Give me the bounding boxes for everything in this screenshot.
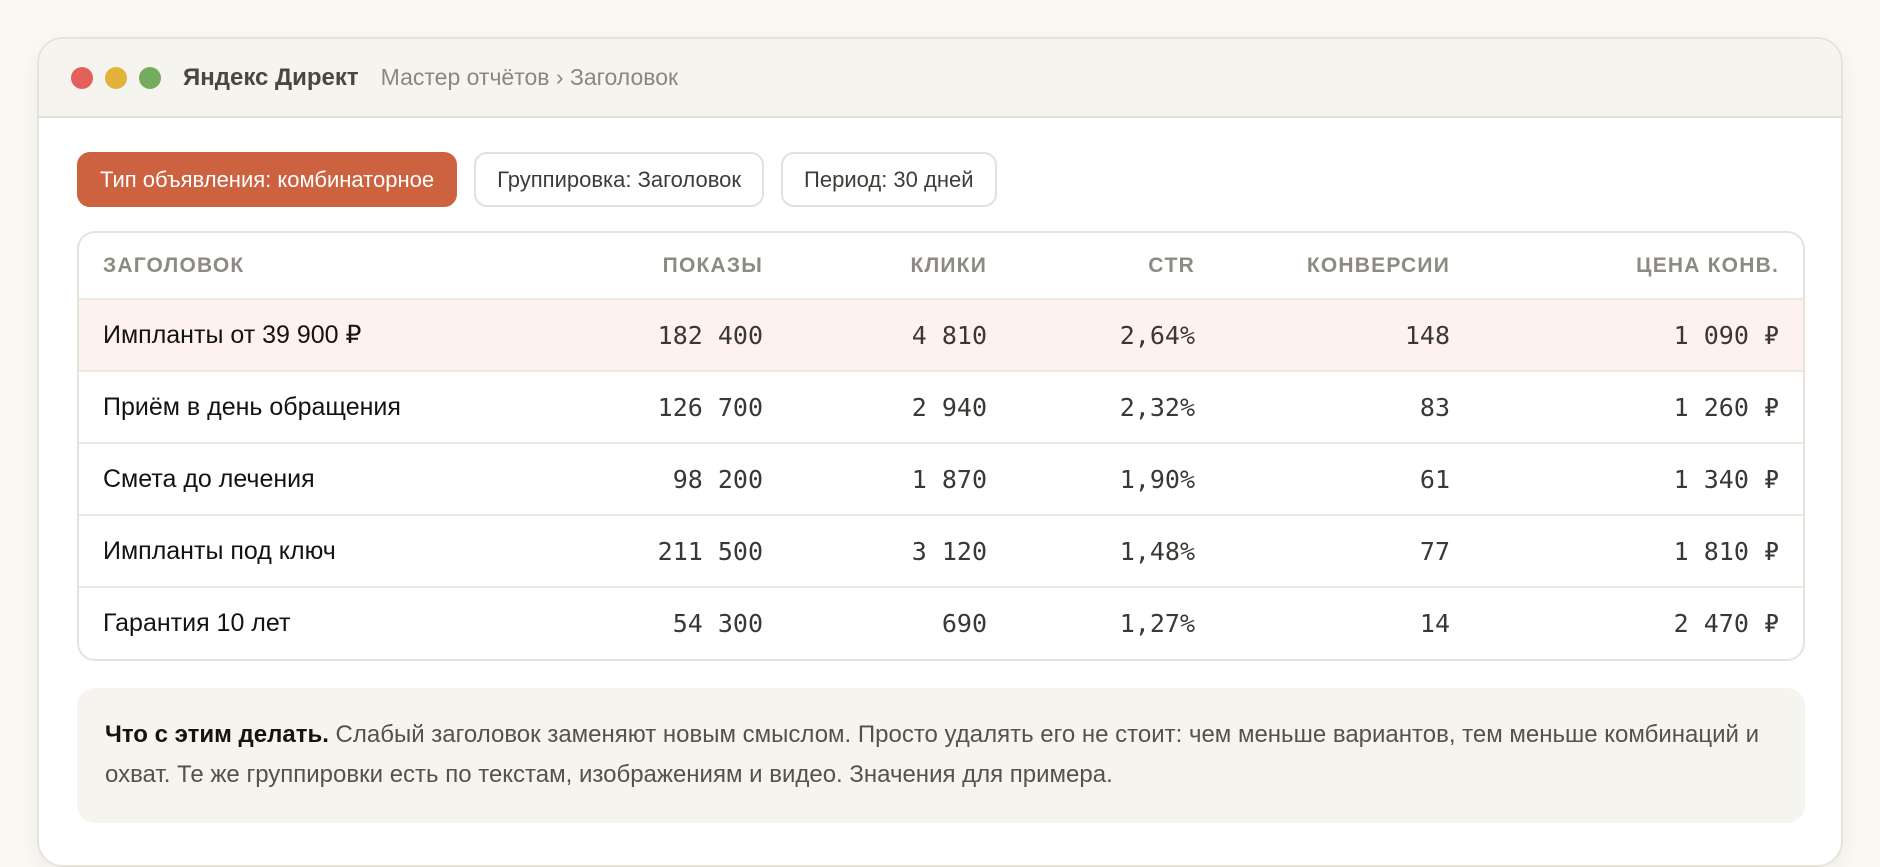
cell-ctr: 1,90% — [1011, 442, 1219, 515]
cell-impressions: 54 300 — [573, 586, 787, 659]
column-header-cpa[interactable]: ЦЕНА КОНВ. — [1474, 233, 1803, 299]
table-row[interactable]: Приём в день обращения 126 700 2 940 2,3… — [79, 370, 1803, 443]
filter-chip-grouping[interactable]: Группировка: Заголовок — [474, 152, 765, 207]
table-row[interactable]: Импланты под ключ 211 500 3 120 1,48% 77… — [79, 514, 1803, 587]
cell-ctr: 2,64% — [1011, 298, 1219, 371]
cell-impressions: 98 200 — [573, 442, 787, 515]
filter-chip-period[interactable]: Период: 30 дней — [781, 152, 997, 207]
app-title: Яндекс Директ — [183, 63, 359, 91]
minimize-window-button[interactable] — [105, 66, 127, 89]
cell-clicks: 690 — [787, 586, 1011, 659]
cell-ctr: 1,48% — [1011, 514, 1219, 587]
column-header-clicks[interactable]: КЛИКИ — [787, 233, 1011, 299]
column-header-ctr[interactable]: CTR — [1011, 233, 1219, 299]
cell-ctr: 2,32% — [1011, 370, 1219, 443]
filter-chip-ad-type[interactable]: Тип объявления: комбинаторное — [77, 152, 458, 207]
cell-clicks: 4 810 — [787, 298, 1011, 371]
cell-cpa: 1 090 ₽ — [1474, 298, 1803, 371]
cell-title: Смета до лечения — [79, 442, 573, 515]
cell-clicks: 1 870 — [787, 442, 1011, 515]
cell-title: Приём в день обращения — [79, 370, 573, 443]
table-header-row: ЗАГОЛОВОК ПОКАЗЫ КЛИКИ CTR КОНВЕРСИИ ЦЕН… — [79, 233, 1803, 299]
hint-note-heading: Что с этим делать. — [105, 721, 329, 748]
column-header-title[interactable]: ЗАГОЛОВОК — [79, 233, 573, 299]
cell-title: Импланты от 39 900 ₽ — [79, 298, 573, 371]
filter-bar: Тип объявления: комбинаторное Группировк… — [77, 152, 1803, 207]
cell-conversions: 77 — [1219, 514, 1474, 587]
cell-cpa: 1 260 ₽ — [1474, 370, 1803, 443]
report-table: ЗАГОЛОВОК ПОКАЗЫ КЛИКИ CTR КОНВЕРСИИ ЦЕН… — [77, 231, 1805, 661]
column-header-conversions[interactable]: КОНВЕРСИИ — [1219, 233, 1474, 299]
report-window: Яндекс Директ Мастер отчётов › Заголовок… — [37, 37, 1843, 867]
cell-conversions: 14 — [1219, 586, 1474, 659]
hint-note: Что с этим делать. Слабый заголовок заме… — [77, 688, 1805, 823]
cell-title: Гарантия 10 лет — [79, 586, 573, 659]
title-bar: Яндекс Директ Мастер отчётов › Заголовок — [39, 39, 1841, 118]
table-row[interactable]: Импланты от 39 900 ₽ 182 400 4 810 2,64%… — [79, 298, 1803, 371]
close-window-button[interactable] — [71, 66, 93, 89]
cell-clicks: 3 120 — [787, 514, 1011, 587]
hint-note-text: Слабый заголовок заменяют новым смыслом.… — [105, 721, 1760, 788]
column-header-impressions[interactable]: ПОКАЗЫ — [573, 233, 787, 299]
cell-impressions: 211 500 — [573, 514, 787, 587]
cell-impressions: 182 400 — [573, 298, 787, 371]
cell-ctr: 1,27% — [1011, 586, 1219, 659]
cell-conversions: 83 — [1219, 370, 1474, 443]
table-row[interactable]: Гарантия 10 лет 54 300 690 1,27% 14 2 47… — [79, 586, 1803, 659]
cell-conversions: 61 — [1219, 442, 1474, 515]
report-content: Тип объявления: комбинаторное Группировк… — [39, 118, 1841, 823]
cell-cpa: 1 340 ₽ — [1474, 442, 1803, 515]
cell-cpa: 1 810 ₽ — [1474, 514, 1803, 587]
cell-cpa: 2 470 ₽ — [1474, 586, 1803, 659]
breadcrumb[interactable]: Мастер отчётов › Заголовок — [381, 64, 678, 91]
cell-clicks: 2 940 — [787, 370, 1011, 443]
cell-title: Импланты под ключ — [79, 514, 573, 587]
cell-impressions: 126 700 — [573, 370, 787, 443]
cell-conversions: 148 — [1219, 298, 1474, 371]
table-row[interactable]: Смета до лечения 98 200 1 870 1,90% 61 1… — [79, 442, 1803, 515]
maximize-window-button[interactable] — [139, 66, 161, 89]
